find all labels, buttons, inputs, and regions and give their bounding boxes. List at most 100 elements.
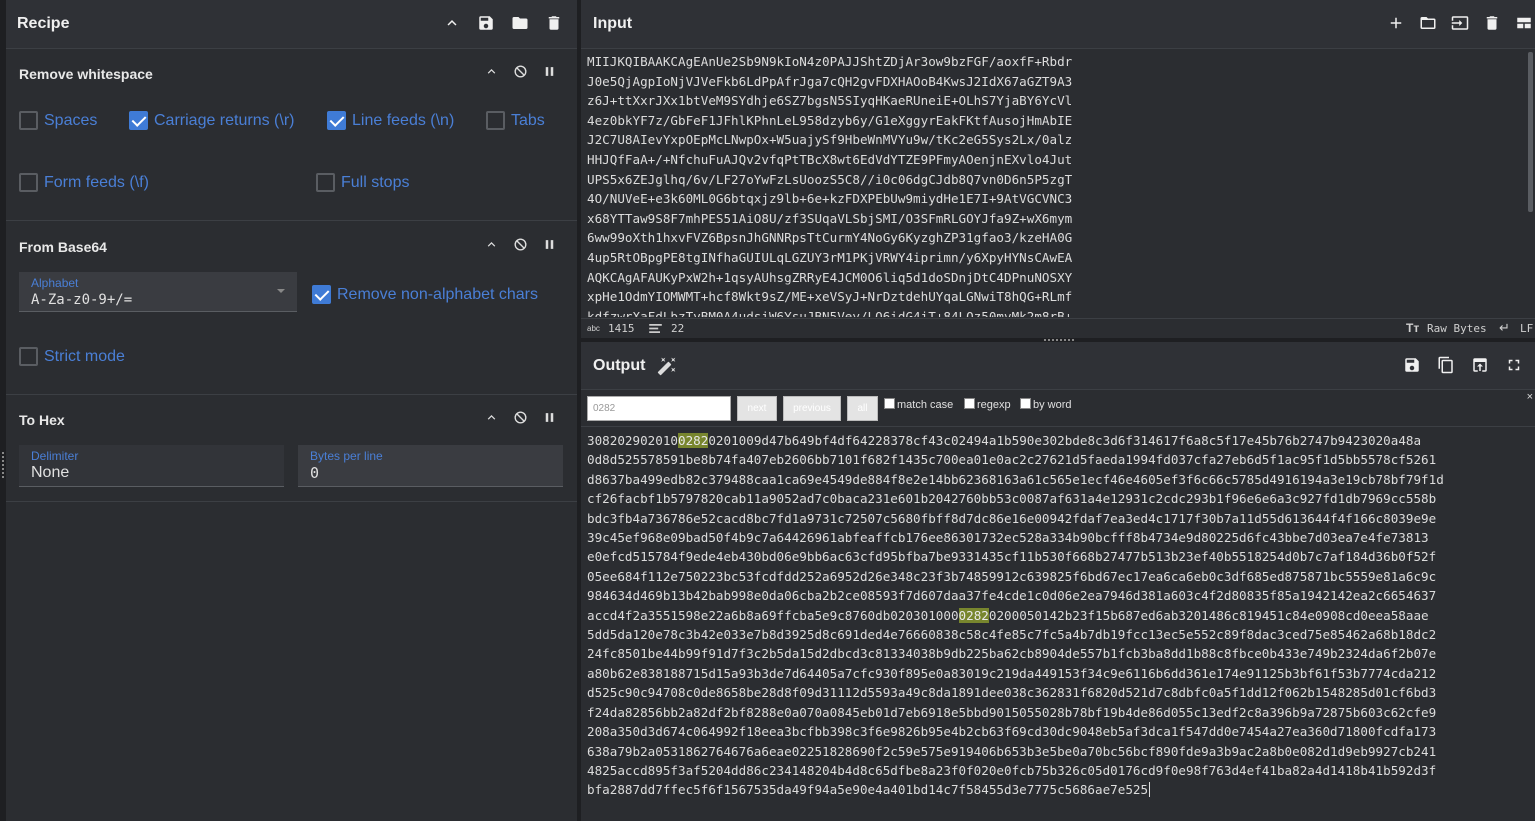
match-case-checkbox[interactable]: match case xyxy=(884,398,953,411)
folder-icon[interactable] xyxy=(511,14,529,32)
output-text[interactable]: 30820290201002820201009d47b649bf4df64228… xyxy=(587,431,1531,809)
output-line: f24da82856bb2a82df2bf8288e0a070a0845eb01… xyxy=(587,704,1437,720)
next-button[interactable]: next xyxy=(737,396,777,421)
operation-title: To Hex xyxy=(19,412,65,428)
input-import-icon[interactable] xyxy=(1451,14,1469,32)
carriage-returns-checkbox[interactable]: Carriage returns (\r) xyxy=(129,111,294,130)
text-cursor: ​ xyxy=(1149,782,1151,798)
output-line: d525c90c94708c0de8658be28d8f09d31112d559… xyxy=(587,685,1437,701)
close-search-icon[interactable]: × xyxy=(1527,391,1533,403)
field-value: A-Za-z0-9+/= xyxy=(31,292,133,308)
dropdown-arrow-icon xyxy=(277,289,285,293)
input-textarea[interactable]: MIIJKQIBAAKCAgEAnUe2Sb9N9kIoN4z0PAJJShtZ… xyxy=(587,52,1147,317)
output-line: 208a350d3d674c064992f18eea3bcfbb398c3f6e… xyxy=(587,724,1437,740)
field-label: Delimiter xyxy=(31,449,79,463)
spaces-checkbox[interactable]: Spaces xyxy=(19,111,97,130)
open-folder-icon[interactable] xyxy=(1419,14,1437,32)
splitter-handle[interactable] xyxy=(1044,339,1074,341)
text-length-icon: abc xyxy=(587,324,600,333)
line-count: 22 xyxy=(671,322,685,335)
input-line: 4up5RtOBpgPE8tgINfhaGUIULqLGZUY3rM1PKjVR… xyxy=(587,249,1073,265)
checkbox-label: Line feeds (\n) xyxy=(352,111,455,129)
output-line: accd4f2a3551598e22a6b8a69ffcba5e9c8760db… xyxy=(587,607,1429,623)
checkbox-box[interactable] xyxy=(316,173,335,192)
bytes-per-line-input[interactable]: Bytes per line 0 xyxy=(298,445,563,487)
trash-icon[interactable] xyxy=(545,14,563,32)
char-count: 1415 xyxy=(608,322,635,335)
disable-icon[interactable] xyxy=(513,237,528,252)
pause-icon[interactable] xyxy=(542,410,557,425)
disable-icon[interactable] xyxy=(513,64,528,79)
chevron-up-icon[interactable] xyxy=(484,237,499,252)
full-stops-checkbox[interactable]: Full stops xyxy=(316,173,409,192)
input-scrollbar[interactable] xyxy=(1528,52,1533,212)
input-line: xpHe1OdmYIOMWMT+hcf8Wkt9sZ/ME+xeVSyJ+NrD… xyxy=(587,289,1073,305)
checkbox-box[interactable] xyxy=(129,111,148,130)
output-line: 638a79b2a0531862764676a6eae02251828690f2… xyxy=(587,743,1437,759)
checkbox-label: Full stops xyxy=(341,173,410,191)
trash-icon[interactable] xyxy=(1483,14,1501,32)
delimiter-select[interactable]: Delimiter None xyxy=(19,445,284,487)
input-line: kdfzwrXaFdLbzTyBM0A4udsiW6YsuJBN5Vey/LO6… xyxy=(587,308,1073,317)
chevron-up-icon[interactable] xyxy=(484,410,499,425)
operation-from-base64: From Base64 Alphabet A-Za-z0-9+/= Remove… xyxy=(6,222,577,395)
input-line: J2C7U8AIevYxpOEpMcLNwpOx+W5uajySf9HbeWnM… xyxy=(587,132,1073,148)
pause-icon[interactable] xyxy=(542,237,557,252)
line-feeds-checkbox[interactable]: Line feeds (\n) xyxy=(327,111,454,130)
checkbox-box[interactable] xyxy=(19,111,38,130)
layout-icon[interactable] xyxy=(1515,14,1533,32)
input-line: HHJQfFaA+/+NfchuFuAJQv2vfqPtTBcX8wt6EdVd… xyxy=(587,151,1073,167)
output-line: 39c45ef968e09bad50f4b9c7a64426961abfeaff… xyxy=(587,530,1429,546)
remove-non-alphabet-checkbox[interactable]: Remove non-alphabet chars xyxy=(312,285,538,304)
save-icon[interactable] xyxy=(1403,356,1421,374)
resize-handle[interactable] xyxy=(2,452,4,478)
by-word-checkbox[interactable]: by word xyxy=(1020,398,1072,411)
form-feeds-checkbox[interactable]: Form feeds (\f) xyxy=(19,173,149,192)
chevron-up-icon[interactable] xyxy=(484,64,499,79)
regexp-checkbox[interactable]: regexp xyxy=(964,398,1011,411)
checkbox-label: Spaces xyxy=(44,111,98,129)
eol-button[interactable]: LF xyxy=(1520,322,1533,335)
operation-title: Remove whitespace xyxy=(19,66,153,82)
tabs-checkbox[interactable]: Tabs xyxy=(486,111,545,130)
input-line: 4ez0bkYF7z/GbFeF1JFhlKPhnLeL958dzyb6y/G1… xyxy=(587,112,1073,128)
field-label: Bytes per line xyxy=(310,449,383,463)
magic-wand-icon[interactable] xyxy=(657,356,677,376)
input-line: MIIJKQIBAAKCAgEAnUe2Sb9N9kIoN4z0PAJJShtZ… xyxy=(587,54,1073,69)
save-icon[interactable] xyxy=(477,14,495,32)
checkbox-box[interactable] xyxy=(19,173,38,192)
all-button[interactable]: all xyxy=(847,396,878,421)
search-input[interactable]: 0282 xyxy=(587,396,731,421)
input-status-bar: abc 1415 22 Tт Raw Bytes ↵ LF xyxy=(581,318,1535,338)
strict-mode-checkbox[interactable]: Strict mode xyxy=(19,347,125,366)
output-line: d8637ba499edb82c379488caa1ca69e4549de884… xyxy=(587,471,1444,487)
checkbox-label: Form feeds (\f) xyxy=(44,173,149,191)
text-format-icon: Tт xyxy=(1406,321,1420,335)
disable-icon[interactable] xyxy=(513,410,528,425)
pause-icon[interactable] xyxy=(542,64,557,79)
maximize-icon[interactable] xyxy=(1505,356,1523,374)
output-line: cf26facbf1b5797820cab11a9052ad7c0baca231… xyxy=(587,491,1437,507)
chevron-up-icon[interactable] xyxy=(443,14,461,32)
alphabet-select[interactable]: Alphabet A-Za-z0-9+/= xyxy=(19,272,297,312)
input-line: 6ww99oXth1hxvFVZ6BpsnJhGNNRpsTtCurmY4NoG… xyxy=(587,230,1073,246)
input-line: J0e5QjAgpIoNjVJVeFkb6LdPpAfrJga7cQH2gvFD… xyxy=(587,73,1073,89)
replace-input-icon[interactable] xyxy=(1471,356,1489,374)
operation-remove-whitespace: Remove whitespace Spaces Carriage return… xyxy=(6,49,577,221)
output-line: bdc3fb4a736786e52cacd8bc7fd1a9731c72507c… xyxy=(587,510,1437,526)
checkbox-box[interactable] xyxy=(312,285,331,304)
output-line: e0efcd515784f9ede4eb430bd06e9bb6ac63cfd9… xyxy=(587,549,1437,565)
copy-icon[interactable] xyxy=(1437,356,1455,374)
checkbox-box[interactable] xyxy=(327,111,346,130)
encoding-button[interactable]: Raw Bytes xyxy=(1427,322,1487,335)
field-label: Alphabet xyxy=(31,276,79,290)
add-icon[interactable] xyxy=(1387,14,1405,32)
search-match-highlight: 0282 xyxy=(678,433,709,448)
field-value: None xyxy=(31,464,70,481)
checkbox-label: regexp xyxy=(977,399,1011,411)
previous-button[interactable]: previous xyxy=(783,396,841,421)
recipe-title: Recipe xyxy=(17,15,70,32)
checkbox-box[interactable] xyxy=(486,111,505,130)
output-title: Output xyxy=(593,356,646,374)
checkbox-box[interactable] xyxy=(19,347,38,366)
